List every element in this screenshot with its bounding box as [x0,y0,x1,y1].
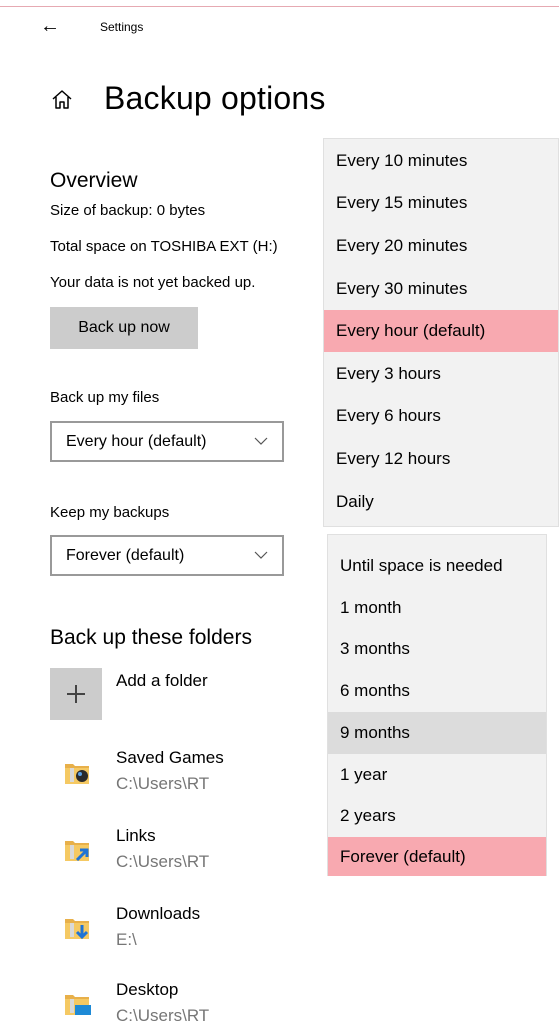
frequency-option[interactable]: Every 15 minutes [324,182,558,224]
add-folder-button[interactable] [50,668,102,720]
frequency-option-selected[interactable]: Every hour (default) [324,310,558,352]
frequency-option[interactable]: Every 30 minutes [324,268,558,310]
desktop-folder-icon [65,995,91,1015]
backup-status-text: Your data is not yet backed up. [50,274,256,291]
saved-games-folder-icon [65,764,89,784]
backup-size-text: Size of backup: 0 bytes [50,202,206,219]
frequency-option[interactable]: Every 12 hours [324,438,558,480]
keep-backups-menu[interactable]: Until space is needed 1 month 3 months 6… [327,534,547,876]
folder-name[interactable]: Downloads [116,904,200,924]
folder-name[interactable]: Saved Games [116,748,224,768]
backup-frequency-menu[interactable]: Every 10 minutes Every 15 minutes Every … [323,138,559,527]
folder-name[interactable]: Desktop [116,980,178,1000]
keep-backups-value: Forever (default) [66,547,185,564]
folder-path: C:\Users\RT [116,774,210,793]
retention-option[interactable]: 3 months [328,628,546,670]
add-folder-label[interactable]: Add a folder [116,671,208,691]
backup-frequency-value: Every hour (default) [66,433,207,450]
window-title: Settings [100,20,144,34]
frequency-option[interactable]: Daily [324,481,558,523]
plus-icon-v [75,685,77,703]
total-space-text: Total space on TOSHIBA EXT (H:) [50,238,278,255]
downloads-folder-icon [65,919,89,940]
home-icon [52,90,72,109]
back-up-now-button[interactable]: Back up now [50,307,198,349]
back-arrow-icon[interactable]: ← [40,14,60,38]
frequency-option[interactable]: Every 6 hours [324,395,558,437]
folder-path: C:\Users\RT [116,1006,210,1025]
title-bar-accent-line [0,6,559,7]
chevron-down-icon [254,437,268,445]
retention-option-selected[interactable]: Forever (default) [328,837,546,876]
retention-option[interactable]: 1 year [328,754,546,796]
folder-path: E:\ [116,930,137,949]
backup-folders-heading: Back up these folders [50,626,252,649]
page-title: Backup options [104,80,326,116]
chevron-down-icon [254,551,268,559]
retention-option[interactable]: 6 months [328,670,546,712]
retention-option[interactable]: Until space is needed [328,545,546,587]
back-up-files-label: Back up my files [50,389,160,406]
retention-option[interactable]: 2 years [328,795,546,837]
folder-path: C:\Users\RT [116,852,210,871]
frequency-option[interactable]: Every 10 minutes [324,140,558,182]
retention-option-hovered[interactable]: 9 months [328,712,546,754]
overview-heading: Overview [50,169,138,192]
folder-name[interactable]: Links [116,826,156,846]
backup-frequency-select[interactable]: Every hour (default) [50,421,284,462]
links-folder-icon [65,841,89,862]
keep-backups-label: Keep my backups [50,504,170,521]
keep-backups-select[interactable]: Forever (default) [50,535,284,576]
frequency-option[interactable]: Every 20 minutes [324,225,558,267]
retention-option[interactable]: 1 month [328,587,546,629]
frequency-option[interactable]: Every 3 hours [324,353,558,395]
